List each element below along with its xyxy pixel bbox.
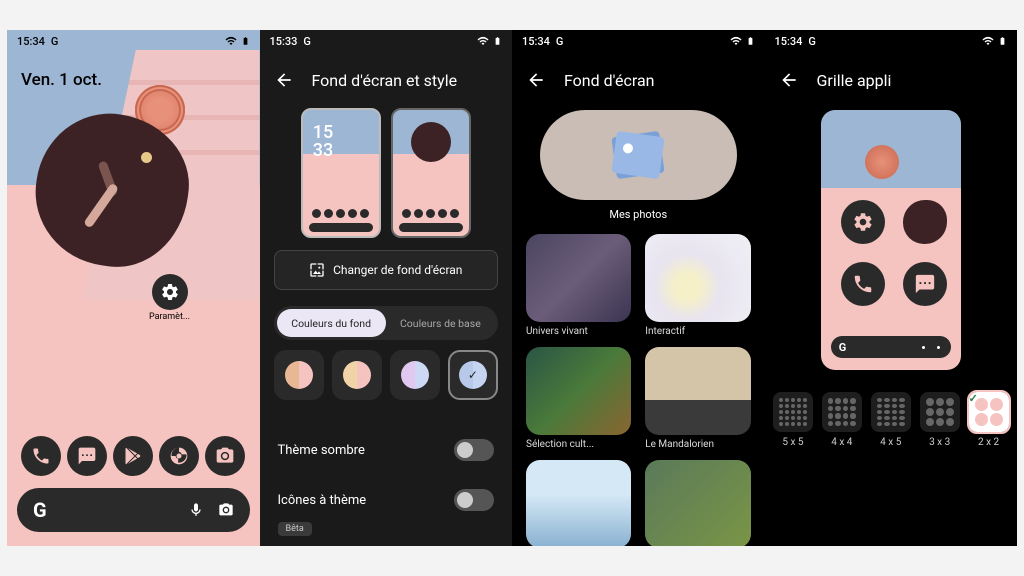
grid-preview: G <box>821 110 961 370</box>
category-living-universe[interactable]: Univers vivant <box>526 234 631 337</box>
battery-icon <box>241 34 250 48</box>
home-screen: 15:34G Ven. 1 oct. Paramèt... G <box>7 30 260 546</box>
wallpaper-categories: Univers vivant Interactif Sélection cult… <box>526 234 751 546</box>
preview-messages-icon <box>903 262 947 306</box>
preview-gear-icon <box>841 200 885 244</box>
status-bar: 15:34G <box>765 30 1018 52</box>
my-photos-button[interactable] <box>540 110 737 200</box>
color-swatch-1[interactable] <box>274 350 324 400</box>
color-swatch-3[interactable] <box>390 350 440 400</box>
wifi-icon <box>729 35 743 47</box>
mic-icon[interactable] <box>188 502 204 518</box>
lock-preview[interactable] <box>391 108 471 238</box>
wifi-icon <box>224 35 238 47</box>
grid-opt-4x5[interactable]: 4 x 5 <box>868 392 913 448</box>
category-mandalorian[interactable]: Le Mandalorien <box>645 347 750 450</box>
status-bar: 15:33G <box>260 30 513 52</box>
page-header: Fond d'écran <box>512 60 765 100</box>
my-photos-label: Mes photos <box>512 208 765 221</box>
gear-icon <box>152 274 188 310</box>
camera-app-icon[interactable] <box>205 436 245 476</box>
dark-theme-toggle[interactable] <box>454 439 494 461</box>
battery-icon <box>493 34 502 48</box>
beta-badge: Bêta <box>278 522 312 536</box>
page-title: Fond d'écran <box>564 71 655 90</box>
category-curated[interactable]: Sélection cult... <box>526 347 631 450</box>
color-swatch-4[interactable] <box>448 350 498 400</box>
wifi-icon <box>981 35 995 47</box>
app-dock <box>7 436 260 476</box>
phone-app-icon[interactable] <box>21 436 61 476</box>
category-tide[interactable]: Marée <box>526 460 631 546</box>
grid-opt-2x2[interactable]: 2 x 2 <box>966 392 1011 448</box>
preview-phone-icon <box>841 262 885 306</box>
wallpaper-picker-screen: 15:34G Fond d'écran Mes photos Univers v… <box>512 30 765 546</box>
lens-icon[interactable] <box>218 502 234 518</box>
themed-icons-row: Icônes à thème <box>278 480 495 520</box>
page-title: Fond d'écran et style <box>312 71 458 90</box>
wallpaper-style-screen: 15:33G Fond d'écran et style 15 33 Chang… <box>260 30 513 546</box>
wifi-icon <box>476 35 490 47</box>
category-interactive[interactable]: Interactif <box>645 234 750 337</box>
grid-opt-5x5[interactable]: 5 x 5 <box>771 392 816 448</box>
grid-options: 5 x 5 4 x 4 4 x 5 3 x 3 2 x 2 <box>771 392 1012 448</box>
google-g-icon: G <box>33 498 47 522</box>
app-grid-screen: 15:34G Grille appli G 5 x 5 4 x 4 4 x 5 … <box>765 30 1018 546</box>
battery-icon <box>998 34 1007 48</box>
home-preview[interactable]: 15 33 <box>301 108 381 238</box>
color-source-tabs: Couleurs du fond Couleurs de base <box>274 306 499 340</box>
color-swatch-2[interactable] <box>332 350 382 400</box>
clock-widget[interactable] <box>42 120 182 260</box>
page-header: Grille appli <box>765 60 1018 100</box>
color-swatches <box>274 350 499 400</box>
tab-wallpaper-colors[interactable]: Couleurs du fond <box>277 309 386 337</box>
page-title: Grille appli <box>817 71 892 90</box>
grid-opt-4x4[interactable]: 4 x 4 <box>819 392 864 448</box>
battery-icon <box>746 34 755 48</box>
change-wallpaper-button[interactable]: Changer de fond d'écran <box>274 250 499 290</box>
status-bar: 15:34G <box>7 30 260 52</box>
search-bar[interactable]: G <box>17 488 250 532</box>
themed-icons-toggle[interactable] <box>454 489 494 511</box>
date-widget[interactable]: Ven. 1 oct. <box>21 70 102 90</box>
status-bar: 15:34G <box>512 30 765 52</box>
play-store-icon[interactable] <box>113 436 153 476</box>
preview-clock-icon <box>903 200 947 244</box>
tab-basic-colors[interactable]: Couleurs de base <box>386 309 495 337</box>
category-more-1[interactable] <box>645 460 750 546</box>
wallpaper-icon <box>309 262 325 278</box>
back-icon[interactable] <box>274 70 294 90</box>
photos-icon <box>612 131 665 179</box>
chrome-app-icon[interactable] <box>159 436 199 476</box>
back-icon[interactable] <box>779 70 799 90</box>
back-icon[interactable] <box>526 70 546 90</box>
messages-app-icon[interactable] <box>67 436 107 476</box>
dark-theme-row: Thème sombre <box>278 430 495 470</box>
grid-opt-3x3[interactable]: 3 x 3 <box>917 392 962 448</box>
settings-app-icon[interactable]: Paramèt... <box>149 274 190 322</box>
page-header: Fond d'écran et style <box>260 60 513 100</box>
